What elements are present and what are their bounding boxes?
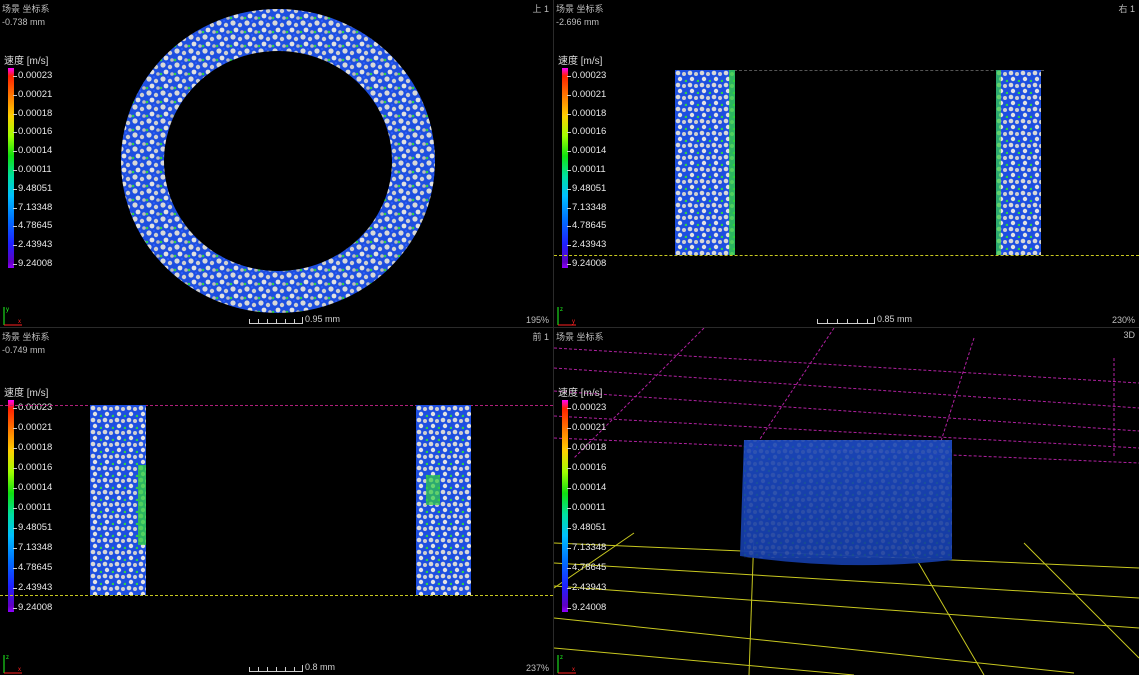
legend-tick-label: 0.00018 [566, 442, 607, 453]
legend-tick-label: 0.00023 [566, 402, 607, 413]
scene-coordinate-label: 场景 坐标系 [2, 4, 50, 14]
svg-text:z: z [6, 655, 9, 661]
legend-tick-label: 9.48051 [12, 183, 53, 194]
legend-tick-label: 0.00014 [566, 145, 607, 156]
legend-title: 速度 [m/s] [558, 56, 603, 67]
axis-triad-icon: z x [3, 655, 22, 674]
legend-tick-label: 0.00016 [566, 462, 607, 473]
zoom-level: 230% [1111, 315, 1135, 325]
legend-title: 速度 [m/s] [4, 56, 49, 67]
legend-tick-label: 0.00021 [12, 89, 53, 100]
axis-triad-icon: z x [557, 655, 576, 674]
floor-guide-line [554, 255, 1139, 256]
svg-text:y: y [6, 307, 9, 313]
legend-tick-label: 0.00011 [13, 502, 52, 513]
viewport-name[interactable]: 3D [1123, 330, 1135, 340]
legend-tick-label: 0.00023 [12, 70, 53, 81]
legend-tick-label: 0.00021 [566, 89, 607, 100]
zoom-level: 237% [525, 663, 549, 673]
legend-tick-label: 0.00014 [566, 482, 607, 493]
legend-tick-label: 0.00018 [12, 108, 53, 119]
scale-bar [249, 665, 303, 672]
legend-tick-label: 0.00023 [566, 70, 607, 81]
scene-coordinate-label: 场景 坐标系 [556, 4, 604, 14]
legend-tick-label: 0.00014 [12, 145, 53, 156]
scale-label: 0.8 mm [305, 662, 336, 672]
viewport-3d[interactable]: 场景 坐标系 3D 速度 [m/s] 0.00023 0.00021 0.00018… [554, 328, 1139, 675]
legend-tick-label: 0.00021 [566, 422, 607, 433]
viewport-name[interactable]: 上 1 [532, 2, 549, 15]
viewport-name[interactable]: 右 1 [1118, 2, 1135, 15]
slice-offset: -0.749 mm [2, 345, 46, 355]
legend-tick-label: 2.43943 [566, 582, 607, 593]
side-slice-right [996, 70, 1041, 255]
svg-text:x: x [572, 667, 575, 673]
legend-tick-label: 4.78645 [566, 562, 607, 573]
legend-colorbar [562, 400, 568, 612]
legend-tick-label: 9.24008 [12, 258, 53, 269]
viewport-divider-horizontal[interactable] [0, 327, 1139, 328]
side-slice-left [675, 70, 735, 255]
legend-tick-label: 4.78645 [566, 220, 607, 231]
legend-colorbar [8, 68, 14, 268]
legend-tick-label: 7.13348 [12, 542, 53, 553]
legend-tick-label: 7.13348 [566, 202, 607, 213]
viewport-front[interactable]: 场景 坐标系 -0.749 mm 前 1 速度 [m/s] 0.00023 0.0… [0, 328, 553, 675]
legend-tick-label: 0.00011 [567, 164, 606, 175]
viewport-top[interactable]: 场景 坐标系 -0.738 mm 上 1 速度 [m/s] 0.00023 0.0… [0, 0, 553, 327]
svg-text:y: y [572, 319, 575, 325]
legend-title: 速度 [m/s] [558, 388, 603, 399]
legend-tick-label: 0.00016 [12, 462, 53, 473]
zoom-level: 195% [525, 315, 549, 325]
front-slice-right [416, 405, 471, 595]
legend-tick-label: 2.43943 [12, 239, 53, 250]
svg-text:z: z [560, 307, 563, 313]
scale-bar [817, 317, 875, 324]
legend-tick-label: 4.78645 [12, 562, 53, 573]
slice-offset: -2.696 mm [556, 17, 600, 27]
legend-tick-label: 7.13348 [566, 542, 607, 553]
ring-slice-image [118, 6, 438, 316]
legend-tick-label: 2.43943 [12, 582, 53, 593]
axis-triad-icon: z y [557, 307, 576, 326]
legend-tick-label: 0.00018 [12, 442, 53, 453]
legend-colorbar [562, 68, 568, 268]
front-slice-left [90, 405, 146, 595]
legend-tick-label: 0.00018 [566, 108, 607, 119]
svg-text:z: z [560, 655, 563, 661]
scene-coordinate-label: 场景 坐标系 [2, 332, 50, 342]
legend-tick-label: 0.00016 [566, 126, 607, 137]
legend-colorbar [8, 400, 14, 612]
scale-label: 0.85 mm [877, 314, 913, 324]
legend-tick-label: 0.00011 [13, 164, 52, 175]
legend-tick-label: 0.00021 [12, 422, 53, 433]
legend-tick-label: 0.00023 [12, 402, 53, 413]
legend-tick-label: 9.48051 [566, 522, 607, 533]
legend-tick-label: 2.43943 [566, 239, 607, 250]
svg-text:x: x [18, 667, 21, 673]
legend-tick-label: 9.48051 [566, 183, 607, 194]
scale-label: 0.95 mm [305, 314, 341, 324]
legend-tick-label: 0.00011 [567, 502, 606, 513]
axis-triad-icon: y x [3, 307, 22, 326]
legend-tick-label: 9.48051 [12, 522, 53, 533]
legend-tick-label: 0.00014 [12, 482, 53, 493]
scale-bar [249, 317, 303, 324]
svg-text:x: x [18, 319, 21, 325]
viewport-name[interactable]: 前 1 [532, 330, 549, 343]
legend-tick-label: 7.13348 [12, 202, 53, 213]
legend-tick-label: 4.78645 [12, 220, 53, 231]
viewport-divider-vertical[interactable] [553, 0, 554, 675]
slice-offset: -0.738 mm [2, 17, 46, 27]
legend-title: 速度 [m/s] [4, 388, 49, 399]
legend-tick-label: 0.00016 [12, 126, 53, 137]
legend-tick-label: 9.24008 [12, 602, 53, 613]
legend-tick-label: 9.24008 [566, 602, 607, 613]
3d-scene [554, 328, 1139, 675]
legend-tick-label: 9.24008 [566, 258, 607, 269]
viewport-right[interactable]: 场景 坐标系 -2.696 mm 右 1 速度 [m/s] 0.00023 0.0… [554, 0, 1139, 327]
floor-guide-line [0, 595, 553, 596]
scene-coordinate-label: 场景 坐标系 [556, 332, 604, 342]
